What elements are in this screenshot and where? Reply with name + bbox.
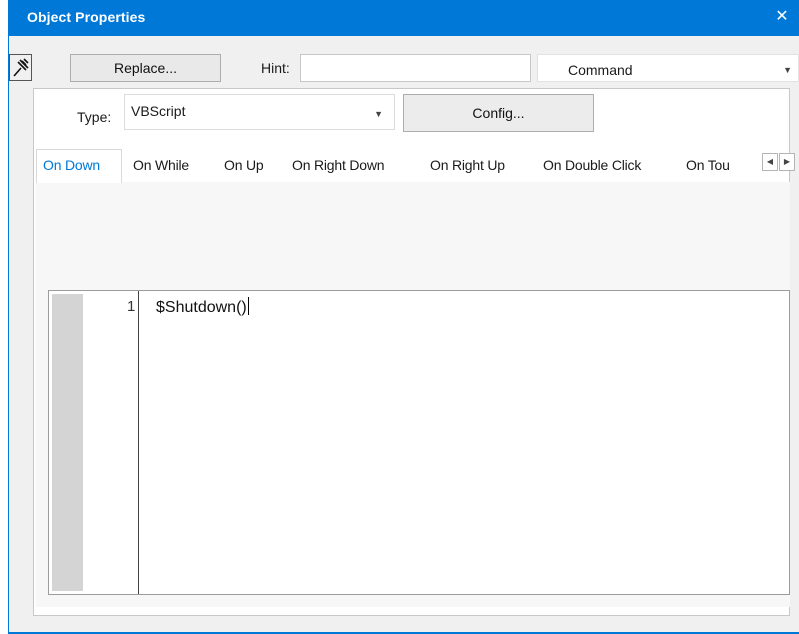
config-button[interactable]: Config... [403, 94, 594, 132]
hint-input[interactable] [300, 54, 531, 82]
type-label: Type: [77, 109, 112, 125]
chevron-down-icon: ▼ [783, 65, 792, 75]
tab-on-right-up[interactable]: On Right Up [430, 157, 505, 173]
tab-on-up[interactable]: On Up [224, 157, 264, 173]
tab-on-double-click[interactable]: On Double Click [543, 157, 641, 173]
hint-label: Hint: [261, 60, 290, 76]
pin-icon [13, 58, 29, 77]
script-editor[interactable]: 1 $Shutdown() [48, 290, 790, 595]
pin-button[interactable] [9, 54, 32, 81]
editor-gutter [52, 294, 83, 591]
code-text: $Shutdown() [156, 299, 247, 316]
tab-scroll-right-button[interactable]: ▶ [779, 153, 795, 171]
tab-on-tou[interactable]: On Tou [686, 157, 746, 173]
text-caret [247, 297, 249, 315]
window-title: Object Properties [27, 9, 146, 25]
tab-on-right-down[interactable]: On Right Down [292, 157, 385, 173]
command-dropdown[interactable]: Command ▼ [537, 54, 799, 82]
close-icon[interactable]: ✕ [771, 6, 793, 28]
command-value: Command [568, 62, 633, 78]
tab-on-down[interactable]: On Down [43, 157, 100, 173]
tab-scroll-left-button[interactable]: ◀ [762, 153, 778, 171]
chevron-down-icon: ▼ [374, 109, 383, 119]
tab-on-while[interactable]: On While [133, 157, 189, 173]
replace-button[interactable]: Replace... [70, 54, 221, 82]
code-line[interactable]: $Shutdown() [156, 297, 249, 317]
line-number: 1 [127, 298, 136, 315]
gutter-divider [138, 291, 139, 594]
type-dropdown[interactable]: VBScript ▼ [124, 94, 395, 130]
type-value: VBScript [131, 103, 186, 119]
title-bar[interactable]: Object Properties ✕ [9, 0, 799, 36]
